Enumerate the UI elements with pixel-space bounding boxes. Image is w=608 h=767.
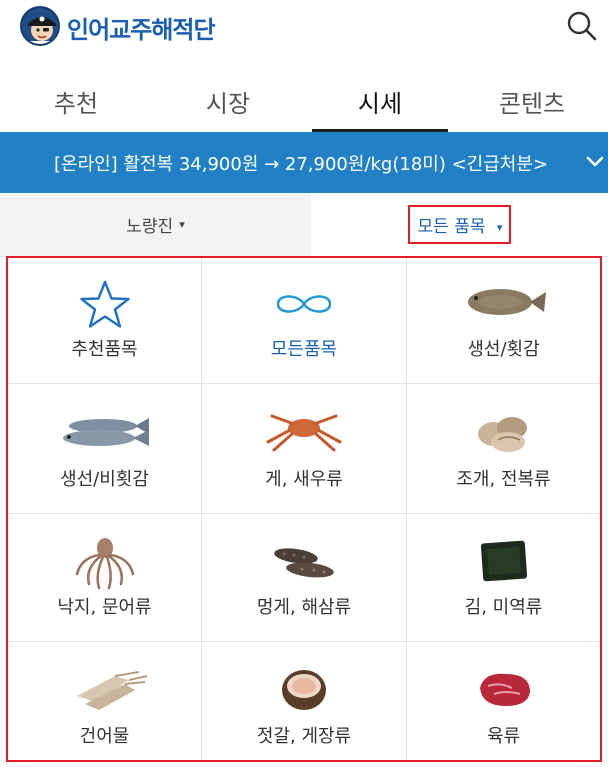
category-label: 낙지, 문어류	[57, 597, 152, 618]
mackerel-icon	[62, 418, 149, 446]
category-dropdown[interactable]: 모든 품목 ▾	[311, 193, 608, 257]
app-header: 인어교주해적단	[0, 0, 608, 56]
category-cooking-fish[interactable]: 생선/비횟감	[8, 384, 202, 514]
crab-icon	[266, 414, 342, 452]
category-octopus[interactable]: 낙지, 문어류	[8, 514, 202, 642]
category-label: 생선/비횟감	[60, 469, 149, 490]
category-seaweed[interactable]: 김, 미역류	[407, 514, 600, 642]
category-label: 모든품목	[270, 339, 338, 360]
category-dried-seafood[interactable]: 건어물	[8, 642, 202, 760]
search-button[interactable]	[564, 8, 600, 44]
search-icon	[567, 11, 597, 41]
category-label: 추천품목	[71, 339, 138, 360]
chevron-down-icon	[586, 156, 604, 167]
infinity-icon	[276, 295, 332, 313]
flatfish-icon	[467, 289, 546, 315]
category-grid: 추천품목 모든품목 생선/횟감 생선/비횟감 게, 새우류 조개, 전복류 낙지…	[8, 258, 600, 760]
category-grid-highlight: 추천품목 모든품목 생선/횟감 생선/비횟감 게, 새우류 조개, 전복류 낙지…	[6, 256, 602, 762]
salted-seafood-icon	[282, 670, 326, 710]
star-icon	[79, 280, 130, 328]
category-all[interactable]: 모든품목	[202, 258, 407, 384]
meat-icon	[479, 673, 530, 706]
category-label: 김, 미역류	[464, 597, 543, 618]
market-dropdown[interactable]: 노량진 ▾	[0, 193, 311, 257]
category-crab-shrimp[interactable]: 게, 새우류	[202, 384, 407, 514]
category-label: 모든 품목	[417, 217, 486, 237]
category-salted-seafood[interactable]: 젓갈, 게장류	[202, 642, 407, 760]
category-clam-abalone[interactable]: 조개, 전복류	[407, 384, 600, 514]
caret-down-icon: ▾	[179, 218, 185, 231]
clam-icon	[477, 417, 527, 452]
category-label: 게, 새우류	[265, 469, 343, 490]
category-label: 건어물	[79, 726, 130, 747]
tab-contents[interactable]: 콘텐츠	[456, 72, 608, 132]
category-label: 생선/횟감	[467, 339, 540, 360]
pirate-mascot-icon[interactable]	[20, 6, 60, 46]
octopus-icon	[75, 538, 134, 590]
category-label: 육류	[486, 726, 521, 747]
market-label: 노량진	[126, 217, 174, 237]
sea-cucumber-icon	[274, 548, 334, 578]
category-raw-fish[interactable]: 생선/횟감	[407, 258, 600, 384]
category-label: 젓갈, 게장류	[256, 726, 352, 747]
category-recommended[interactable]: 추천품목	[8, 258, 202, 384]
brand-name[interactable]: 인어교주해적단	[67, 10, 216, 45]
filter-bar: 노량진 ▾ 모든 품목 ▾	[0, 193, 608, 257]
banner-text: [온라인] 활전복 34,900원 → 27,900원/kg(18미) <긴급처…	[53, 154, 548, 175]
category-meat[interactable]: 육류	[407, 642, 600, 760]
category-label: 멍게, 해삼류	[256, 597, 352, 618]
caret-down-icon: ▾	[496, 220, 503, 234]
tab-price[interactable]: 시세	[304, 72, 456, 132]
seaweed-icon	[480, 540, 527, 582]
tab-recommend[interactable]: 추천	[0, 72, 152, 132]
banner-expand-button[interactable]	[582, 152, 608, 172]
tab-market[interactable]: 시장	[152, 72, 304, 132]
dried-squid-icon	[76, 671, 147, 710]
promo-banner[interactable]: [온라인] 활전복 34,900원 → 27,900원/kg(18미) <긴급처…	[0, 132, 608, 193]
category-label: 조개, 전복류	[456, 469, 551, 490]
main-tabs: 추천 시장 시세 콘텐츠	[0, 72, 608, 132]
category-dropdown-box[interactable]: 모든 품목 ▾	[407, 205, 512, 244]
category-sea-squirt[interactable]: 멍게, 해삼류	[202, 514, 407, 642]
